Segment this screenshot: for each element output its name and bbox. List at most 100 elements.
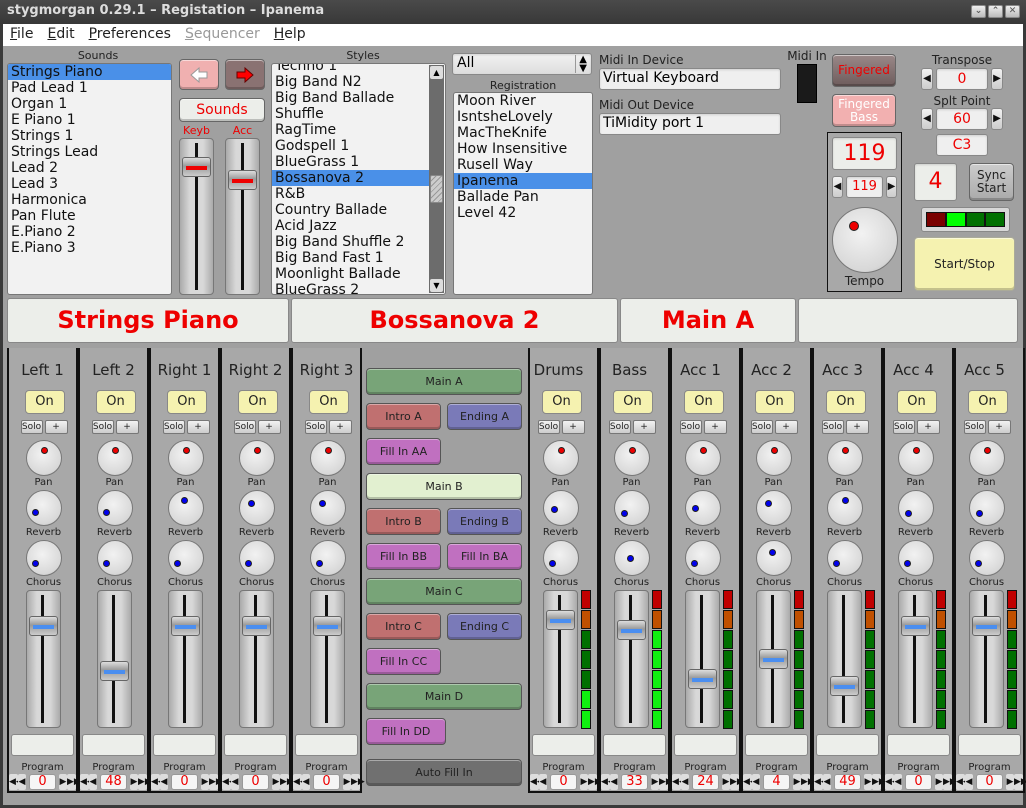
- slider-thumb[interactable]: [28, 616, 58, 637]
- program-fast-forward-button[interactable]: ▶▶: [66, 774, 81, 790]
- ending-c-button[interactable]: Ending C: [447, 613, 522, 640]
- tempo-spin-value[interactable]: 119: [846, 176, 883, 198]
- program-fast-forward-button[interactable]: ▶▶: [729, 774, 744, 790]
- program-back-button[interactable]: ◀: [965, 774, 974, 790]
- pan-knob[interactable]: [755, 440, 792, 476]
- next-sound-button[interactable]: [225, 59, 265, 90]
- slider-thumb[interactable]: [616, 619, 646, 640]
- program-fast-forward-button[interactable]: ▶▶: [871, 774, 886, 790]
- channel-volume-slider[interactable]: [542, 590, 578, 728]
- program-fast-back-button[interactable]: ◀◀: [9, 774, 23, 790]
- split-increment-button[interactable]: ▶: [991, 108, 1003, 130]
- transpose-value[interactable]: 0: [936, 68, 988, 90]
- program-value[interactable]: 33: [621, 774, 648, 790]
- list-item[interactable]: Big Band Fast 1: [272, 250, 429, 266]
- slider-thumb[interactable]: [687, 669, 717, 690]
- channel-on-button[interactable]: On: [24, 390, 65, 414]
- registration-list[interactable]: Moon River IsntsheLovely MacTheKnife How In…: [453, 92, 593, 295]
- acc-volume-slider[interactable]: [225, 138, 260, 295]
- list-item[interactable]: Lead 2: [8, 160, 171, 176]
- reverb-knob[interactable]: [309, 490, 346, 526]
- add-button[interactable]: +: [328, 420, 352, 434]
- list-item[interactable]: Moon River: [454, 93, 592, 109]
- add-button[interactable]: +: [632, 420, 656, 434]
- channel-volume-slider[interactable]: [309, 590, 345, 728]
- program-fast-back-button[interactable]: ◀◀: [293, 774, 307, 790]
- channel-volume-slider[interactable]: [826, 590, 862, 728]
- list-item[interactable]: RagTime: [272, 122, 429, 138]
- scroll-thumb[interactable]: [430, 175, 443, 203]
- list-item[interactable]: Godspell 1: [272, 138, 429, 154]
- tempo-decrement-button[interactable]: ◀: [832, 176, 843, 198]
- reverb-knob[interactable]: [826, 490, 863, 526]
- chorus-knob[interactable]: [613, 540, 650, 576]
- pan-knob[interactable]: [309, 440, 346, 476]
- list-item[interactable]: Strings 1: [8, 128, 171, 144]
- program-back-button[interactable]: ◀: [18, 774, 27, 790]
- fill-in-dd-button[interactable]: Fill In DD: [366, 718, 446, 745]
- chorus-knob[interactable]: [25, 540, 62, 576]
- program-forward-button[interactable]: ▶: [934, 774, 943, 790]
- slider-thumb[interactable]: [99, 661, 129, 682]
- midi-out-device-field[interactable]: TiMidity port 1: [599, 113, 781, 135]
- channel-volume-slider[interactable]: [755, 590, 791, 728]
- add-button[interactable]: +: [115, 420, 139, 434]
- list-item[interactable]: Ballade Pan: [454, 189, 592, 205]
- reverb-knob[interactable]: [613, 490, 650, 526]
- list-item[interactable]: E.Piano 2: [8, 224, 171, 240]
- program-fast-forward-button[interactable]: ▶▶: [1013, 774, 1026, 790]
- program-back-button[interactable]: ◀: [894, 774, 903, 790]
- transpose-decrement-button[interactable]: ◀: [921, 68, 933, 90]
- program-back-button[interactable]: ◀: [231, 774, 240, 790]
- program-forward-button[interactable]: ▶: [792, 774, 801, 790]
- close-button[interactable]: ✕: [1005, 5, 1020, 18]
- list-item[interactable]: E Piano 1: [8, 112, 171, 128]
- program-forward-button[interactable]: ▶: [721, 774, 730, 790]
- list-item[interactable]: IsntsheLovely: [454, 109, 592, 125]
- slider-thumb[interactable]: [900, 616, 930, 637]
- solo-button[interactable]: Solo: [20, 420, 43, 434]
- program-value[interactable]: 0: [313, 774, 340, 790]
- list-item[interactable]: Ipanema: [454, 173, 592, 189]
- fingered-button[interactable]: Fingered: [832, 54, 896, 87]
- list-item[interactable]: How Insensitive: [454, 141, 592, 157]
- solo-button[interactable]: Solo: [963, 420, 986, 434]
- program-fast-back-button[interactable]: ◀◀: [601, 774, 615, 790]
- add-button[interactable]: +: [845, 420, 869, 434]
- program-forward-button[interactable]: ▶: [650, 774, 659, 790]
- solo-button[interactable]: Solo: [608, 420, 631, 434]
- chorus-knob[interactable]: [755, 540, 792, 576]
- add-button[interactable]: +: [44, 420, 68, 434]
- intro-a-button[interactable]: Intro A: [366, 403, 441, 430]
- list-item[interactable]: Harmonica: [8, 192, 171, 208]
- chorus-knob[interactable]: [826, 540, 863, 576]
- program-forward-button[interactable]: ▶: [342, 774, 351, 790]
- program-back-button[interactable]: ◀: [302, 774, 311, 790]
- chorus-knob[interactable]: [897, 540, 934, 576]
- menu-sequencer[interactable]: Sequencer: [178, 26, 267, 46]
- program-value[interactable]: 48: [100, 774, 127, 790]
- program-forward-button[interactable]: ▶: [58, 774, 67, 790]
- transpose-increment-button[interactable]: ▶: [991, 68, 1003, 90]
- list-item[interactable]: Rusell Way: [454, 157, 592, 173]
- list-item[interactable]: Shuffle: [272, 106, 429, 122]
- list-item[interactable]: Pad Lead 1: [8, 80, 171, 96]
- fill-in-cc-button[interactable]: Fill In CC: [366, 648, 441, 675]
- fill-in-bb-button[interactable]: Fill In BB: [366, 543, 441, 570]
- solo-button[interactable]: Solo: [233, 420, 256, 434]
- program-back-button[interactable]: ◀: [539, 774, 548, 790]
- chorus-knob[interactable]: [309, 540, 346, 576]
- tempo-increment-button[interactable]: ▶: [886, 176, 897, 198]
- program-value[interactable]: 0: [242, 774, 269, 790]
- list-item[interactable]: Country Ballade: [272, 202, 429, 218]
- pan-knob[interactable]: [96, 440, 133, 476]
- slider-thumb[interactable]: [170, 616, 200, 637]
- pan-knob[interactable]: [826, 440, 863, 476]
- program-fast-forward-button[interactable]: ▶▶: [587, 774, 602, 790]
- main-a-button[interactable]: Main A: [366, 368, 522, 395]
- intro-b-button[interactable]: Intro B: [366, 508, 441, 535]
- channel-on-button[interactable]: On: [237, 390, 278, 414]
- channel-volume-slider[interactable]: [613, 590, 649, 728]
- start-stop-button[interactable]: Start/Stop: [914, 237, 1015, 291]
- program-value[interactable]: 0: [976, 774, 1003, 790]
